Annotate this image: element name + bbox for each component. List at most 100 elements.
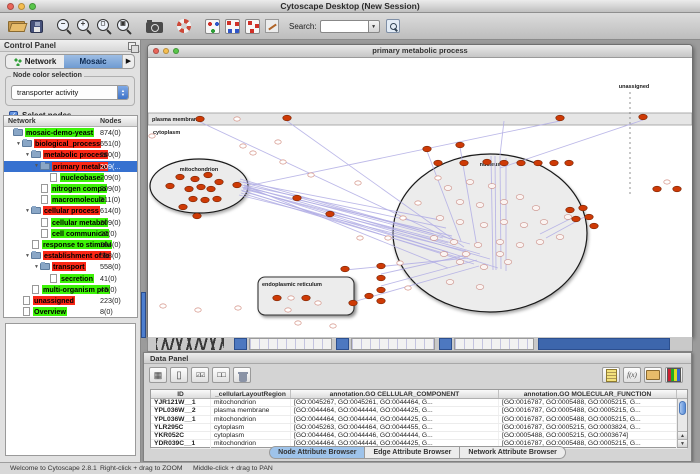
network-node[interactable] (204, 172, 212, 178)
search-input[interactable] (320, 20, 368, 33)
network-node[interactable] (326, 211, 334, 217)
network-node[interactable] (474, 243, 482, 248)
column-cellular-component[interactable]: annotation.GO CELLULAR_COMPONENT (291, 390, 499, 398)
network-node[interactable] (283, 115, 291, 121)
title-bar[interactable]: Cytoscape Desktop (New Session) (0, 0, 700, 13)
cell-1[interactable]: plasma membrane (211, 407, 291, 414)
network-node[interactable] (423, 146, 431, 152)
expander-icon[interactable]: ▼ (33, 264, 40, 270)
network-canvas[interactable]: plasma membranecytoplasmmitochondrionnuc… (148, 58, 692, 337)
network-node[interactable] (572, 216, 580, 222)
network-node[interactable] (285, 308, 291, 312)
cell-2[interactable]: [GO:0044464, GO:0044444, GO:0044425, G..… (291, 407, 499, 414)
network-node[interactable] (488, 184, 496, 189)
table-scrollbar[interactable]: ▲ ▼ (677, 399, 687, 447)
network-node[interactable] (377, 275, 385, 281)
network-node[interactable] (302, 295, 310, 301)
network-node[interactable] (639, 114, 647, 120)
network-node[interactable] (556, 115, 564, 121)
network-node[interactable] (496, 252, 504, 257)
function-builder-icon[interactable] (623, 367, 641, 383)
tree-row[interactable]: ▼cellular process614(0) (4, 205, 137, 216)
tab-overflow-arrow-icon[interactable]: ▶ (122, 55, 134, 68)
network-node[interactable] (664, 180, 670, 184)
network-node[interactable] (556, 235, 564, 240)
network-node[interactable] (434, 160, 442, 166)
background-window-fragment[interactable] (538, 338, 670, 350)
network-node[interactable] (436, 216, 444, 221)
tree-row[interactable]: unassigned223(0) (4, 295, 137, 306)
cell-2[interactable]: [GO:0045263, GO:0044464, GO:0044455, G..… (291, 424, 499, 431)
network-node[interactable] (540, 220, 548, 225)
scroll-up-icon[interactable]: ▲ (678, 431, 687, 439)
network-node[interactable] (435, 176, 441, 180)
delete-attribute-icon[interactable] (233, 367, 251, 383)
cell-3[interactable]: [GO:0016787, GO:0005215, GO:0003824, G..… (499, 424, 677, 431)
network-node[interactable] (166, 183, 174, 189)
network-node[interactable] (201, 197, 209, 203)
network-node[interactable] (280, 160, 286, 164)
network-node[interactable] (456, 142, 464, 148)
tree-row[interactable]: multi-organism pro42(0) (4, 284, 137, 295)
table-row[interactable]: YJR121W__1mitochondrion[GO:0045267, GO:0… (151, 399, 687, 407)
network-node[interactable] (532, 206, 540, 211)
unselect-attributes-icon[interactable] (212, 367, 230, 383)
cell-3[interactable]: [GO:0016787, GO:0005488, GO:0005215, G..… (499, 416, 677, 423)
network-node[interactable] (189, 196, 197, 202)
new-attribute-icon[interactable] (170, 367, 188, 383)
network-node[interactable] (197, 184, 205, 190)
network-node[interactable] (288, 296, 294, 300)
cell-1[interactable]: cytoplasm (211, 432, 291, 439)
cell-0[interactable]: YKR052C (151, 432, 211, 439)
tree-row[interactable]: cellular metabol209(0) (4, 217, 137, 228)
network-node[interactable] (234, 117, 240, 121)
background-window-fragment[interactable] (234, 338, 247, 350)
tree-row[interactable]: mosaic-demo-yeast874(0) (4, 127, 137, 138)
background-window-fragment[interactable] (249, 338, 332, 350)
network-node[interactable] (196, 116, 204, 122)
network-node[interactable] (250, 151, 256, 155)
search-options-icon[interactable] (386, 19, 400, 33)
network-node[interactable] (565, 160, 573, 166)
tab-mosaic[interactable]: Mosaic (64, 55, 122, 68)
network-node[interactable] (500, 220, 508, 225)
network-node[interactable] (193, 213, 201, 219)
network-node[interactable] (566, 207, 574, 213)
network-node[interactable] (466, 180, 474, 185)
network-node[interactable] (405, 286, 411, 290)
table-row[interactable]: YKR052Ccytoplasm[GO:0044464, GO:0044446,… (151, 432, 687, 440)
cell-0[interactable]: YJR121W__1 (151, 399, 211, 406)
cell-0[interactable]: YPL036W__1 (151, 416, 211, 423)
network-node[interactable] (293, 195, 301, 201)
network-node[interactable] (149, 134, 155, 138)
background-window-fragment[interactable] (454, 338, 534, 350)
network-node[interactable] (456, 260, 464, 265)
network-node[interactable] (585, 214, 593, 220)
cell-1[interactable]: mitochondrion (211, 399, 291, 406)
network-node[interactable] (480, 265, 488, 270)
network-node[interactable] (176, 174, 184, 180)
cell-3[interactable]: [GO:0016787, GO:0005488, GO:0005215, G..… (499, 407, 677, 414)
cell-1[interactable]: cytoplasm (211, 424, 291, 431)
cell-2[interactable]: [GO:0044464, GO:0044446, GO:0044444, G..… (291, 432, 499, 439)
zoom-in-icon[interactable] (77, 19, 92, 34)
tree-row[interactable]: nucleobase-209(0) (4, 172, 137, 183)
tree-row[interactable]: ▼transport558(0) (4, 261, 137, 272)
tree-row[interactable]: secretion41(0) (4, 272, 137, 283)
annotation-icon[interactable] (265, 19, 279, 33)
network-node[interactable] (235, 306, 241, 310)
heatmap-icon[interactable] (665, 367, 683, 383)
network-node[interactable] (397, 261, 403, 265)
column-molecular-function[interactable]: annotation.GO MOLECULAR_FUNCTION (499, 390, 677, 398)
background-window-fragment[interactable] (439, 338, 452, 350)
tree-row[interactable]: ▼primary metabo209(... (4, 161, 137, 172)
network-node[interactable] (516, 243, 524, 248)
tree-header[interactable]: Network Nodes (4, 116, 137, 127)
cell-0[interactable]: YPL036W__2 (151, 407, 211, 414)
network-window-titlebar[interactable]: primary metabolic process (148, 45, 692, 58)
network-node[interactable] (315, 301, 321, 305)
cell-2[interactable]: [GO:0045267, GO:0045261, GO:0044464, G..… (291, 399, 499, 406)
cell-3[interactable]: [GO:0005488, GO:0005215, GO:0003674] (499, 432, 677, 439)
tree-row[interactable]: macromolecule311(0) (4, 194, 137, 205)
network-node[interactable] (377, 298, 385, 304)
